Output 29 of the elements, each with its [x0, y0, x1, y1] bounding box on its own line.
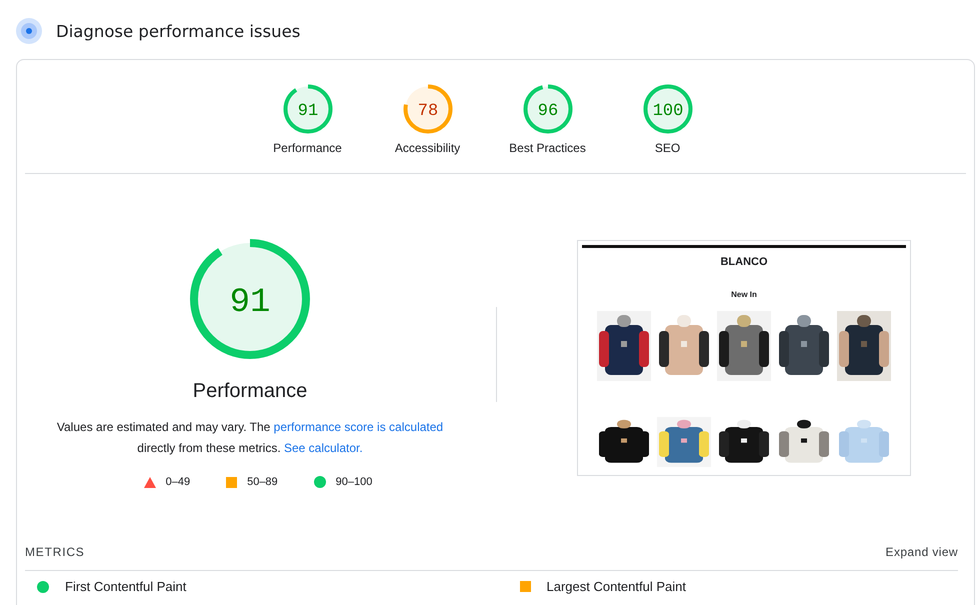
square-icon: [520, 581, 530, 592]
score-gauge: 91: [189, 238, 311, 360]
score-gauge[interactable]: 96: [522, 84, 572, 134]
legend-range: 90–100: [336, 476, 372, 488]
metric-name: First Contentful Paint: [65, 579, 186, 594]
legend-range: 0–49: [166, 476, 190, 488]
section-title: Diagnose performance issues: [56, 22, 300, 40]
radar-icon: [16, 18, 42, 44]
triangle-icon: [144, 476, 156, 488]
description-text: Values are estimated and may vary. The performance score is calculated directly from these metrics. See calculator.: [56, 419, 444, 457]
category-label: Best Practices: [509, 141, 586, 155]
metric-name: Largest Contentful Paint: [546, 579, 686, 594]
calculator-link[interactable]: See calculator.: [284, 441, 363, 455]
legend-range: 50–89: [247, 476, 278, 488]
circle-icon: [37, 580, 49, 592]
score-gauge[interactable]: 91: [282, 84, 332, 134]
circle-icon: [314, 476, 326, 488]
score-gauge[interactable]: 100: [642, 84, 692, 134]
score-gauge[interactable]: 78: [402, 84, 452, 134]
category-label: SEO: [654, 141, 680, 155]
score-link[interactable]: performance score is calculated: [274, 420, 444, 434]
page-heading: New In: [731, 290, 757, 299]
square-icon: [226, 476, 238, 488]
gauge-label: Performance: [192, 380, 308, 403]
category-label: Performance: [273, 141, 342, 155]
expand-view-button[interactable]: Expand view: [886, 545, 958, 559]
metrics-heading: METRICS: [25, 545, 85, 559]
site-logo: BLANCO: [720, 256, 768, 268]
category-label: Accessibility: [394, 141, 460, 155]
